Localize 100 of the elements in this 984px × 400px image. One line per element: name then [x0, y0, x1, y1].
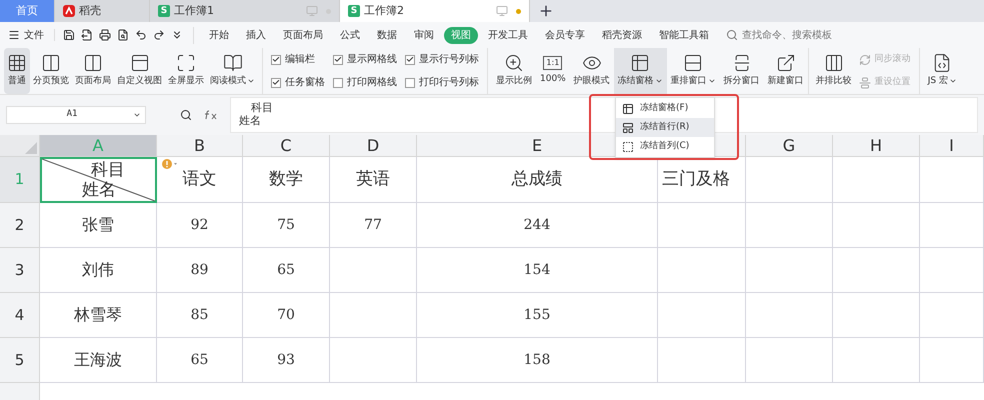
preview-icon[interactable] [117, 29, 129, 41]
new-tab-icon[interactable] [538, 3, 554, 19]
column-header[interactable]: B [157, 135, 243, 157]
table-cell: 155 [417, 293, 658, 338]
view-tool-button[interactable]: 重排窗口 [666, 48, 720, 94]
ribbon-tab[interactable]: 开始 [202, 26, 236, 44]
view-button[interactable]: 阅读模式 [207, 48, 258, 94]
view-icon [7, 53, 27, 74]
monitor-icon [306, 5, 318, 17]
table-cell: 林雪琴 [40, 293, 157, 338]
view-button[interactable]: 分页预览 [30, 48, 72, 94]
ribbon-tab[interactable]: 数据 [370, 26, 404, 44]
table-cell: 刘伟 [40, 248, 157, 293]
more-icon[interactable] [171, 29, 183, 41]
sync-icon [858, 54, 871, 66]
search-icon [726, 29, 738, 41]
view-tool-button[interactable]: 拆分窗口 [720, 48, 764, 94]
caret-icon [133, 111, 141, 119]
view-tool-button[interactable]: 显示比例 [492, 48, 536, 94]
empty-cell [920, 157, 984, 203]
table-cell: 85 [157, 293, 243, 338]
compare-button[interactable]: 并排比较 [812, 48, 855, 94]
column-header[interactable]: I [920, 135, 984, 157]
file-menu-button[interactable]: 文件 [8, 28, 44, 42]
ribbon-tab[interactable]: 开发工具 [481, 26, 535, 44]
freeze-menu-item[interactable]: 冻结窗格(F) [616, 99, 714, 118]
checkbox[interactable] [271, 54, 281, 64]
export-icon[interactable] [81, 29, 93, 41]
view-tool-button[interactable]: 1:1 100% [536, 48, 570, 94]
ribbon-tab[interactable]: 插入 [239, 26, 273, 44]
table-cell: 158 [417, 338, 658, 383]
checkbox[interactable] [405, 54, 415, 64]
row-header[interactable]: 2 [0, 203, 40, 248]
tab-label: 稻壳 [79, 2, 101, 19]
option-checkbox[interactable]: 任务窗格 [271, 75, 325, 90]
view-icon [41, 53, 61, 74]
diagonal-header-cell[interactable]: 科目 姓名 [40, 157, 157, 203]
option-checkbox[interactable]: 编辑栏 [271, 52, 325, 67]
view-button[interactable]: 全屏显示 [165, 48, 207, 94]
view-tool-button[interactable]: 新建窗口 [764, 48, 808, 94]
table-cell: 65 [243, 248, 330, 293]
document-tab[interactable]: S 工作簿2 [340, 0, 530, 22]
tab-label: 首页 [16, 2, 38, 19]
table-cell: 75 [243, 203, 330, 248]
redo-icon[interactable] [153, 29, 165, 41]
undo-icon[interactable] [135, 29, 147, 41]
table-cell: 93 [243, 338, 330, 383]
table-cell: 70 [243, 293, 330, 338]
view-button[interactable]: 页面布局 [72, 48, 114, 94]
tab-label: 工作簿2 [364, 2, 404, 19]
empty-cell [920, 248, 984, 293]
save-icon[interactable] [63, 29, 75, 41]
row-header[interactable]: 4 [0, 293, 40, 338]
command-search-field[interactable]: 查找命令、搜索模板 [726, 28, 852, 42]
row-header[interactable]: 5 [0, 338, 40, 383]
ribbon-tab[interactable]: 公式 [333, 26, 367, 44]
checkbox[interactable] [333, 54, 343, 64]
table-cell: 王海波 [40, 338, 157, 383]
name-box[interactable]: A1 [6, 106, 146, 124]
column-header[interactable]: H [833, 135, 920, 157]
view-button[interactable]: 自定义视图 [114, 48, 165, 94]
view-tool-button[interactable]: 冻结窗格 [614, 48, 667, 94]
view-icon [130, 53, 150, 74]
option-checkbox[interactable]: 显示行号列标 [405, 52, 479, 67]
option-checkbox[interactable]: 打印网格线 [333, 75, 397, 90]
row-header[interactable]: 3 [0, 248, 40, 293]
view-tool-button[interactable]: 护眼模式 [570, 48, 614, 94]
cell-text: 科目 [91, 160, 125, 180]
option-checkbox[interactable]: 显示网格线 [333, 52, 397, 67]
column-header[interactable]: G [746, 135, 833, 157]
reset-icon [858, 76, 871, 88]
document-tab[interactable]: S 工作簿1 [150, 0, 340, 22]
docer-logo-icon [63, 5, 75, 17]
option-checkbox[interactable]: 打印行号列标 [405, 75, 479, 90]
ribbon-tab[interactable]: 稻壳资源 [595, 26, 649, 44]
table-cell: 92 [157, 203, 243, 248]
rows-icon [683, 53, 704, 74]
checkbox[interactable] [405, 78, 415, 88]
ribbon-tab[interactable]: 页面布局 [276, 26, 330, 44]
freeze-icon [622, 140, 634, 152]
function-icon [204, 110, 218, 120]
macro-button[interactable]: JS 宏 [928, 48, 957, 94]
zoom-icon [504, 53, 524, 74]
document-tab[interactable]: 稻壳 [55, 0, 150, 22]
table-cell: 英语 [330, 157, 417, 203]
column-header[interactable]: C [243, 135, 330, 157]
ribbon-tab[interactable]: 审阅 [407, 26, 441, 44]
checkbox[interactable] [271, 78, 281, 88]
freeze-menu-item[interactable]: 冻结首行(R) [616, 118, 714, 137]
print-icon[interactable] [99, 29, 111, 41]
empty-cell [920, 293, 984, 338]
ribbon-tab[interactable]: 会员专享 [538, 26, 592, 44]
monitor-icon [496, 5, 508, 17]
side-by-side-icon [824, 53, 844, 74]
view-icon [176, 53, 196, 74]
column-header[interactable]: D [330, 135, 417, 157]
view-button[interactable]: 普通 [4, 48, 30, 94]
checkbox[interactable] [333, 78, 343, 88]
ribbon-tab[interactable]: 智能工具箱 [652, 26, 716, 44]
table-cell: 154 [417, 248, 658, 293]
